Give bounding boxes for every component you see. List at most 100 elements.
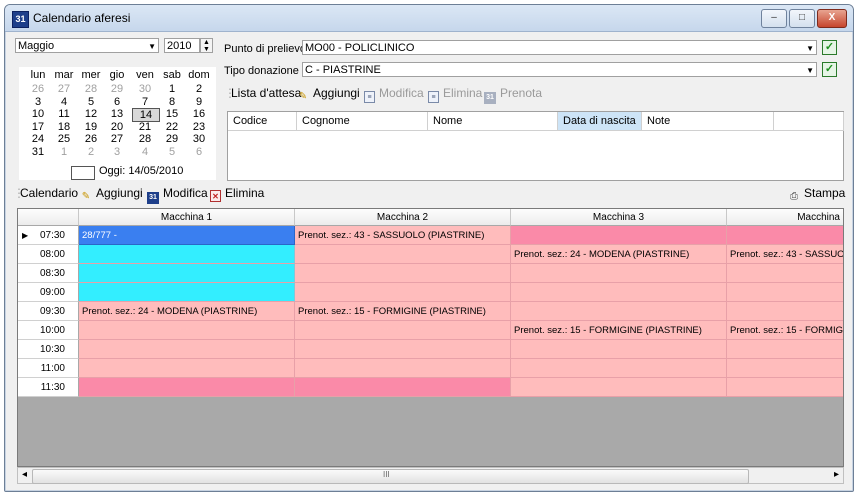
time-row-header[interactable]: 11:30: [18, 378, 79, 397]
schedule-slot[interactable]: [79, 378, 295, 397]
waitlist-edit-button[interactable]: ≡ Modifica: [364, 86, 424, 103]
punto-prelievo-select[interactable]: MO00 - POLICLINICO ▼: [302, 40, 817, 55]
schedule-slot[interactable]: [511, 359, 727, 378]
schedule-slot[interactable]: [295, 245, 511, 264]
time-row-header[interactable]: 08:30: [18, 264, 79, 283]
schedule-slot[interactable]: [511, 302, 727, 321]
calendar-day[interactable]: 13: [104, 108, 130, 120]
calendar-day[interactable]: 12: [78, 108, 104, 120]
schedule-slot[interactable]: [511, 378, 727, 397]
waitlist-column-header[interactable]: Note: [642, 112, 774, 131]
schedule-slot[interactable]: [511, 283, 727, 302]
schedule-slot[interactable]: 28/777 -: [79, 226, 295, 245]
calendar-day[interactable]: 30: [186, 133, 212, 145]
year-input[interactable]: 2010: [164, 38, 200, 53]
minimize-button[interactable]: –: [761, 9, 787, 28]
schedule-slot[interactable]: Prenot. sez.: 43 - SASSUOLO: [727, 245, 843, 264]
calendar-day[interactable]: 27: [51, 83, 77, 95]
calendar-day[interactable]: 26: [25, 83, 51, 95]
schedule-slot[interactable]: [511, 340, 727, 359]
schedule-slot[interactable]: [511, 226, 727, 245]
calendar-day[interactable]: 20: [104, 121, 130, 133]
waitlist-add-button[interactable]: ✎ Aggiungi: [297, 86, 360, 103]
schedule-slot[interactable]: [727, 302, 843, 321]
waitlist-column-header[interactable]: Data di nascita: [558, 112, 642, 131]
title-bar[interactable]: 31 Calendario aferesi – □ X: [5, 5, 853, 32]
calendar-day[interactable]: 1: [159, 83, 185, 95]
calendar-day[interactable]: 2: [186, 83, 212, 95]
schedule-slot[interactable]: [727, 340, 843, 359]
calendar-day[interactable]: 28: [132, 133, 158, 145]
maximize-button[interactable]: □: [789, 9, 815, 28]
tipo-donazione-select[interactable]: C - PIASTRINE ▼: [302, 62, 817, 77]
calendar-day[interactable]: 17: [25, 121, 51, 133]
calendar-day[interactable]: 7: [132, 96, 158, 108]
calendar-day[interactable]: 8: [159, 96, 185, 108]
year-spinner[interactable]: ▲ ▼: [200, 38, 213, 53]
calendar-day[interactable]: 26: [78, 133, 104, 145]
scrollbar-thumb[interactable]: III: [32, 469, 749, 484]
schedule-slot[interactable]: [295, 340, 511, 359]
time-row-header[interactable]: ▶ 07:30: [18, 226, 79, 245]
calendar-day[interactable]: 6: [104, 96, 130, 108]
calendar-day[interactable]: 1: [51, 146, 77, 158]
calendar-day[interactable]: 23: [186, 121, 212, 133]
time-row-header[interactable]: 11:00: [18, 359, 79, 378]
schedule-slot[interactable]: Prenot. sez.: 15 - FORMIGINE (PIASTRINE): [511, 321, 727, 340]
calendar-day[interactable]: 9: [186, 96, 212, 108]
schedule-slot[interactable]: Prenot. sez.: 24 - MODENA (PIASTRINE): [511, 245, 727, 264]
calendar-day[interactable]: 18: [51, 121, 77, 133]
calendar-day[interactable]: 10: [25, 108, 51, 120]
today-label[interactable]: Oggi: 14/05/2010: [99, 165, 183, 177]
calendar-edit-button[interactable]: 31 Modifica: [147, 186, 208, 204]
time-row-header[interactable]: 08:00: [18, 245, 79, 264]
calendar-day[interactable]: 19: [78, 121, 104, 133]
calendar-day[interactable]: 25: [51, 133, 77, 145]
calendar-day[interactable]: 27: [104, 133, 130, 145]
schedule-slot[interactable]: [79, 359, 295, 378]
waitlist-book-button[interactable]: 31 Prenota: [484, 86, 542, 104]
time-row-header[interactable]: 10:30: [18, 340, 79, 359]
schedule-slot[interactable]: Prenot. sez.: 15 - FORMIGIN: [727, 321, 843, 340]
print-button[interactable]: ⎙ Stampa: [788, 186, 845, 203]
calendar-day[interactable]: 31: [25, 146, 51, 158]
schedule-slot[interactable]: [295, 264, 511, 283]
calendar-day[interactable]: 29: [104, 83, 130, 95]
calendar-day[interactable]: 11: [51, 108, 77, 120]
schedule-slot[interactable]: [295, 321, 511, 340]
schedule-slot[interactable]: [727, 359, 843, 378]
schedule-slot[interactable]: Prenot. sez.: 15 - FORMIGINE (PIASTRINE): [295, 302, 511, 321]
calendar-add-button[interactable]: ✎ Aggiungi: [80, 186, 143, 203]
horizontal-scrollbar[interactable]: ◂ III ▸: [17, 467, 844, 484]
schedule-slot[interactable]: [79, 283, 295, 302]
waitlist-column-header[interactable]: Codice: [228, 112, 297, 131]
calendar-day[interactable]: 6: [186, 146, 212, 158]
calendar-day[interactable]: 22: [159, 121, 185, 133]
calendar-day[interactable]: 16: [186, 108, 212, 120]
calendar-day[interactable]: 24: [25, 133, 51, 145]
calendar-day[interactable]: 4: [132, 146, 158, 158]
machine-column-header[interactable]: Macchina 2: [295, 209, 511, 226]
calendar-day[interactable]: 30: [132, 83, 158, 95]
schedule-slot[interactable]: [79, 321, 295, 340]
calendar-day[interactable]: 3: [25, 96, 51, 108]
waitlist-column-header[interactable]: Nome: [428, 112, 558, 131]
schedule-slot[interactable]: [727, 283, 843, 302]
machine-column-header[interactable]: Macchina 1: [79, 209, 295, 226]
schedule-slot[interactable]: Prenot. sez.: 24 - MODENA (PIASTRINE): [79, 302, 295, 321]
calendar-delete-button[interactable]: ✕ Elimina: [210, 186, 264, 202]
scroll-left-icon[interactable]: ◂: [22, 469, 27, 480]
calendar-day[interactable]: 28: [78, 83, 104, 95]
schedule-slot[interactable]: Prenot. sez.: 43 - SASSUOLO (PIASTRINE): [295, 226, 511, 245]
schedule-slot[interactable]: [295, 378, 511, 397]
calendar-day[interactable]: 5: [159, 146, 185, 158]
schedule-slot[interactable]: [295, 359, 511, 378]
machine-column-header[interactable]: Macchina 3: [511, 209, 727, 226]
schedule-slot[interactable]: [79, 264, 295, 283]
schedule-slot[interactable]: [79, 340, 295, 359]
calendar-day[interactable]: 5: [78, 96, 104, 108]
close-button[interactable]: X: [817, 9, 847, 28]
schedule-slot[interactable]: [727, 378, 843, 397]
waitlist-delete-button[interactable]: ≡ Elimina: [428, 86, 482, 103]
time-row-header[interactable]: 09:00: [18, 283, 79, 302]
